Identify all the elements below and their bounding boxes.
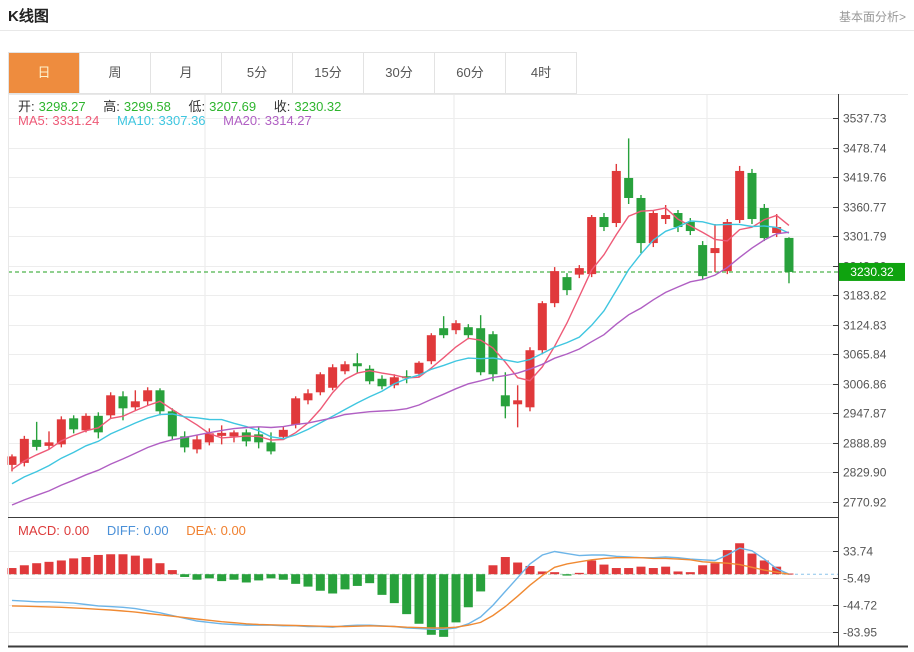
svg-text:2829.90: 2829.90 <box>843 466 887 480</box>
svg-text:3301.79: 3301.79 <box>843 230 887 244</box>
svg-text:3360.77: 3360.77 <box>843 201 887 215</box>
svg-text:2947.87: 2947.87 <box>843 407 887 421</box>
svg-text:2770.92: 2770.92 <box>843 496 887 510</box>
low-value: 3207.69 <box>209 99 257 114</box>
axes <box>8 94 908 648</box>
diff-value: 0.00 <box>143 523 169 538</box>
open-label: 开: <box>18 99 35 114</box>
dea-label: DEA: <box>186 523 217 538</box>
ma20-value: 3314.27 <box>264 113 312 128</box>
svg-text:33.74: 33.74 <box>843 545 873 559</box>
svg-text:-5.49: -5.49 <box>843 572 871 586</box>
svg-text:-83.95: -83.95 <box>843 626 877 640</box>
kline-app: { "header": { "title": "K线图", "link": "基… <box>0 0 914 652</box>
svg-text:3006.86: 3006.86 <box>843 378 887 392</box>
low-label: 低: <box>188 99 206 114</box>
dea-value: 0.00 <box>220 523 246 538</box>
ma20-line <box>11 231 790 506</box>
svg-text:3537.73: 3537.73 <box>843 112 887 126</box>
high-value: 3299.58 <box>123 99 171 114</box>
ma10-line <box>11 220 790 485</box>
svg-text:3419.76: 3419.76 <box>843 171 887 185</box>
open-value: 3298.27 <box>38 99 86 114</box>
ma5-value: 3331.24 <box>52 113 100 128</box>
diff-line <box>11 547 790 630</box>
ma5-label: MA5: <box>18 113 49 128</box>
ma20-label: MA20: <box>223 113 261 128</box>
macd-indicator-row: MACD: 0.00 DIFF: 0.00 DEA: 0.00 <box>18 523 250 538</box>
price-gridlines <box>8 118 838 633</box>
close-value: 3230.32 <box>294 99 342 114</box>
last-price-badge: 3230.32 <box>839 262 905 281</box>
svg-text:2888.89: 2888.89 <box>843 437 887 451</box>
svg-text:3183.82: 3183.82 <box>843 289 887 303</box>
svg-text:-44.72: -44.72 <box>843 599 877 613</box>
macd-value: 0.00 <box>63 523 90 538</box>
macd-label: MACD: <box>18 523 60 538</box>
high-label: 高: <box>103 99 120 114</box>
dea-line <box>11 557 790 629</box>
ma5-line <box>11 207 790 470</box>
ma-row: MA5: 3331.24 MA10: 3307.36 MA20: 3314.27 <box>18 113 316 128</box>
candlesticks <box>7 138 794 472</box>
ma10-label: MA10: <box>116 113 155 128</box>
close-label: 收: <box>273 99 291 114</box>
ma10-value: 3307.36 <box>158 113 206 128</box>
svg-text:3065.84: 3065.84 <box>843 348 887 362</box>
price-axis-labels: 3537.733478.743419.763360.773301.793242.… <box>843 112 887 640</box>
vertical-gridlines <box>204 94 708 646</box>
svg-text:3478.74: 3478.74 <box>843 142 887 156</box>
svg-text:3124.83: 3124.83 <box>843 319 887 333</box>
svg-text:3230.32: 3230.32 <box>850 265 894 279</box>
diff-label: DIFF: <box>106 523 140 538</box>
